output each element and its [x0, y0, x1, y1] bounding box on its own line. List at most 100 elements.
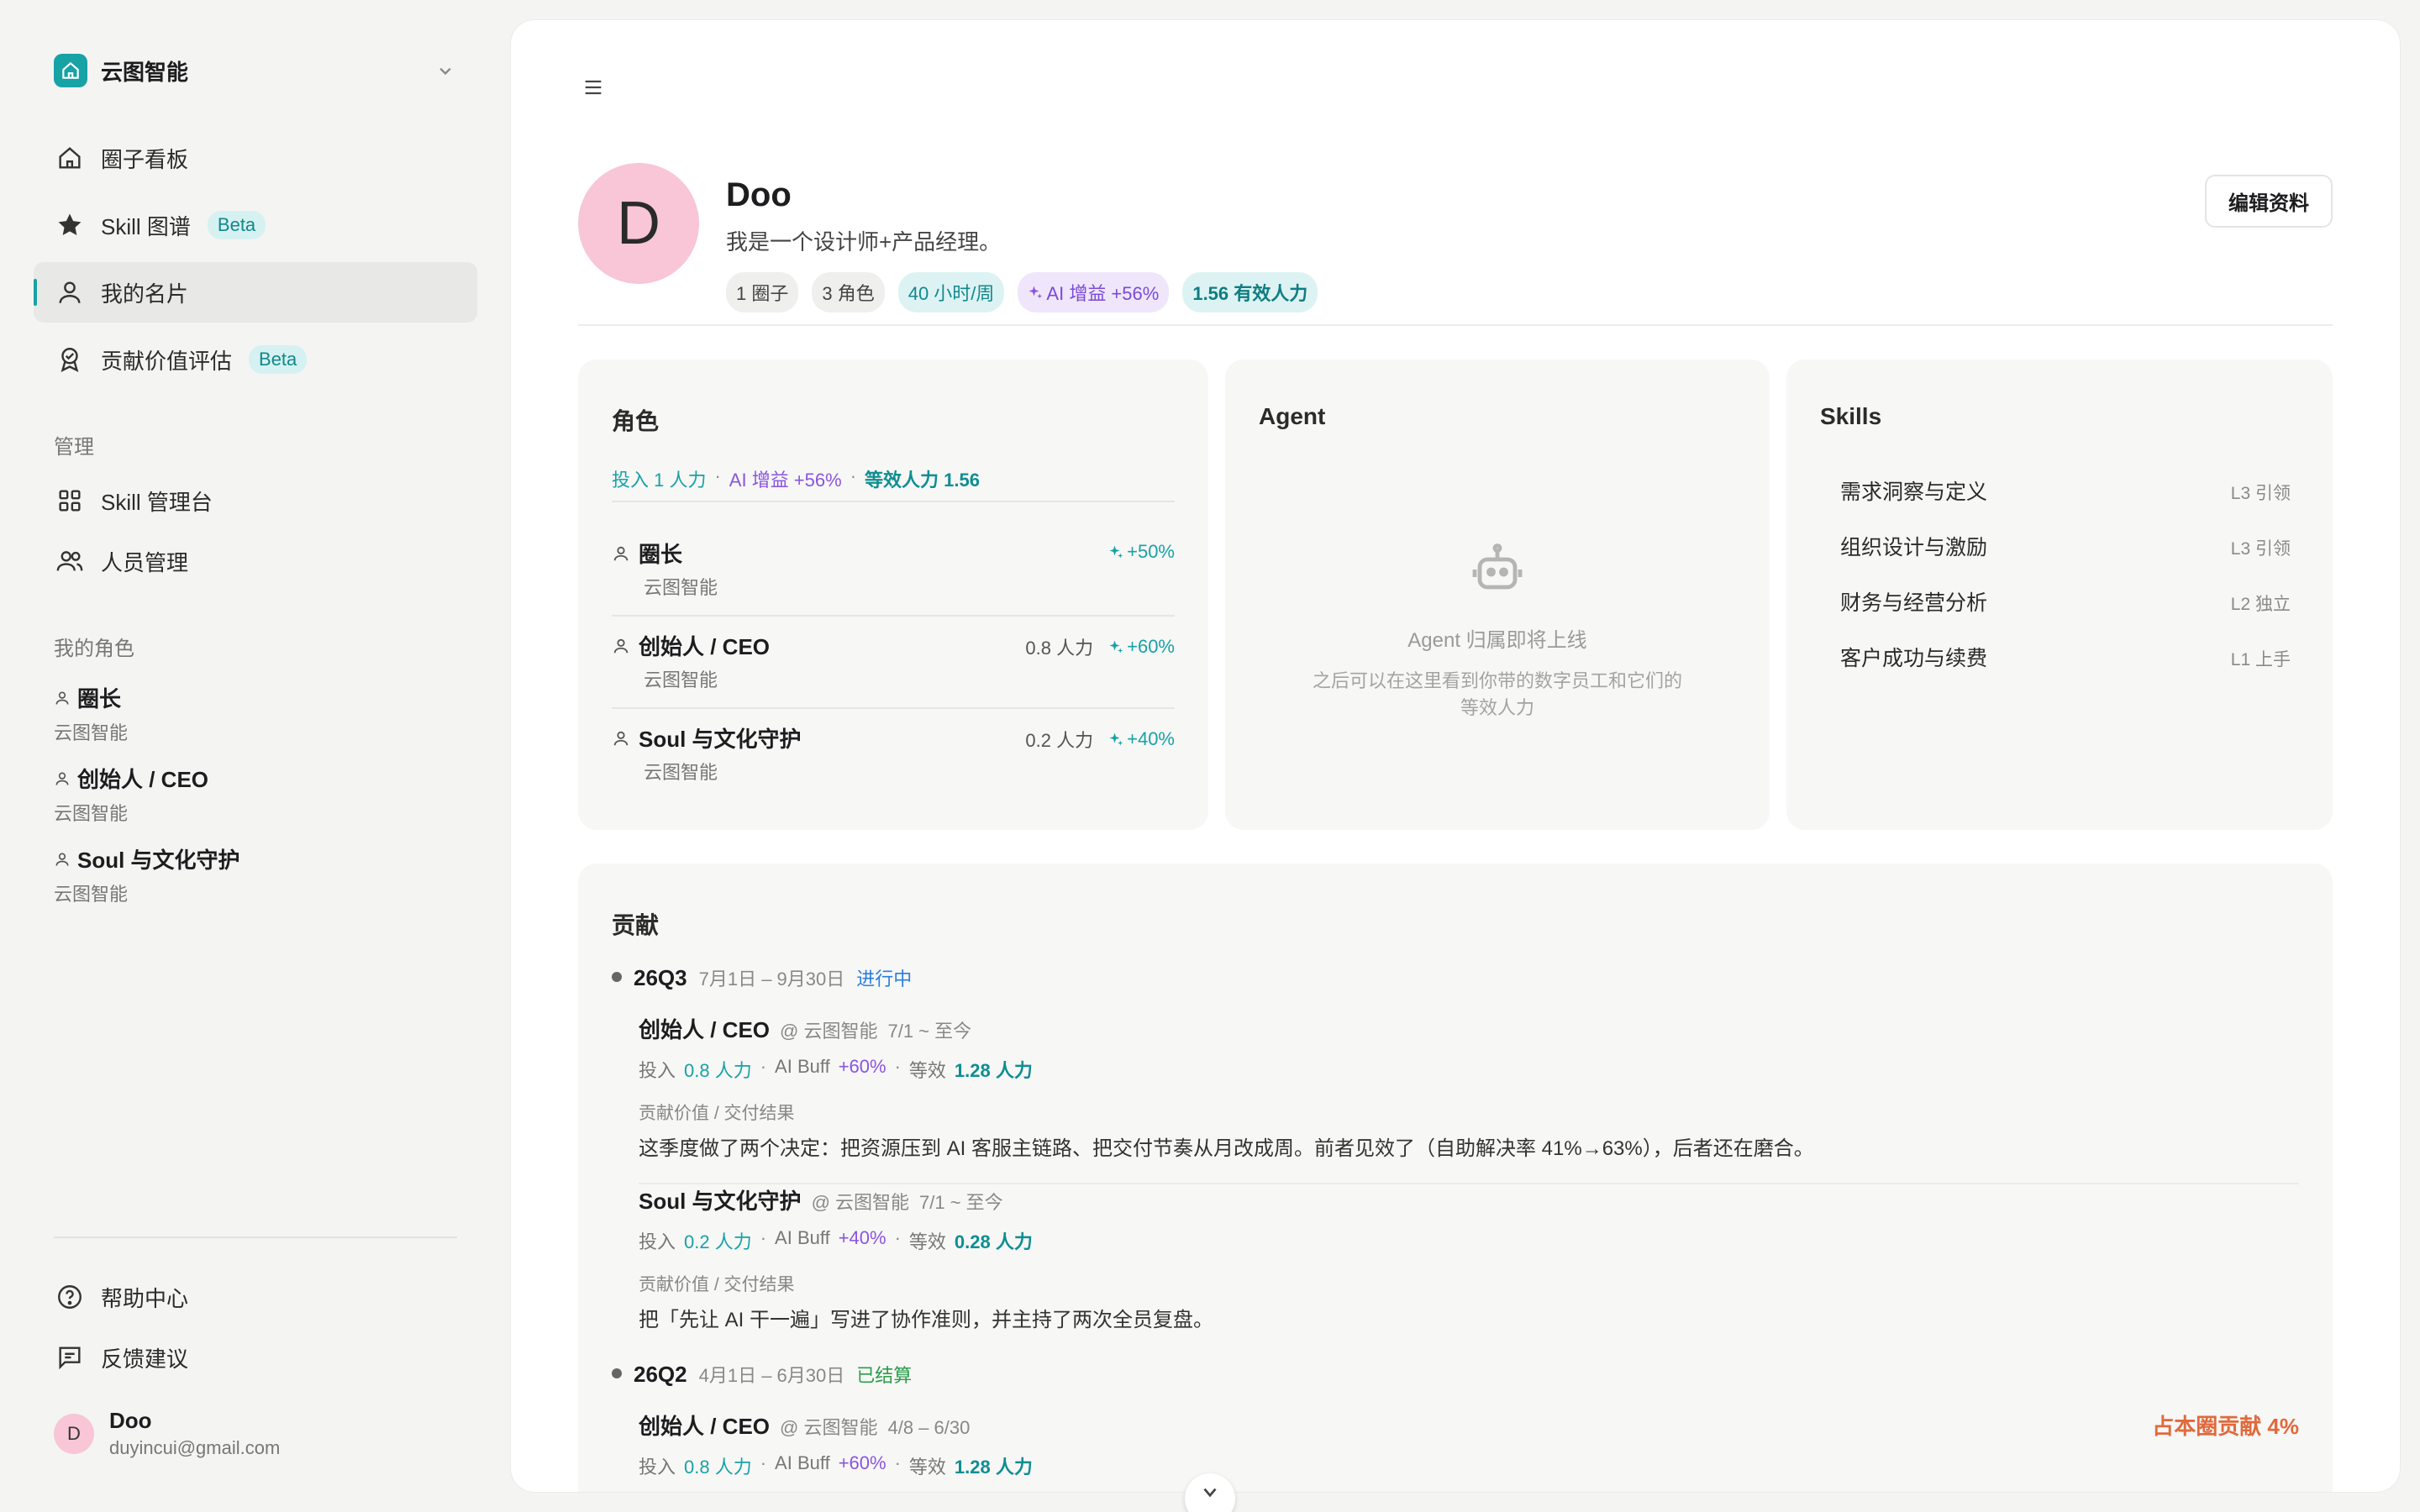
edit-profile-button[interactable]: 编辑资料 [2205, 175, 2333, 228]
role-row-buff-value: +50% [1127, 541, 1175, 562]
user-icon [613, 546, 629, 560]
contribution-entry[interactable]: 创始人 / CEO @ 云图智能 7/1 ~ 至今 投入 0.8 人力 · AI… [639, 1013, 2299, 1161]
entry-equiv-label: 等效 [908, 1231, 946, 1252]
entry-input-label: 投入 [639, 1231, 676, 1252]
nav-label: 人员管理 [101, 549, 189, 575]
separator-dot: · [850, 465, 857, 486]
entry-org: @ 云图智能 [780, 1417, 878, 1438]
nav-item-help[interactable]: 帮助中心 [34, 1267, 477, 1327]
sidebar-role-item[interactable]: 创始人 / CEO 云图智能 [54, 763, 208, 826]
quarter-name: 26Q3 [634, 965, 687, 990]
entry-equiv: 1.28 人力 [954, 1060, 1033, 1081]
skill-level: L3 引领 [2230, 539, 2291, 559]
menu-icon[interactable] [581, 76, 605, 99]
skill-item[interactable]: 客户成功与续费 L1 上手 [1820, 642, 2291, 672]
message-icon [59, 1347, 81, 1370]
skill-item[interactable]: 组织设计与激励 L3 引领 [1820, 531, 2291, 561]
entry-equiv-label: 等效 [908, 1060, 946, 1081]
quarter-status: 进行中 [856, 969, 913, 990]
entry-period: 4/8 – 6/30 [887, 1417, 971, 1438]
chip-effective-fte: 1.56 有效人力 [1182, 272, 1318, 312]
entry-period: 7/1 ~ 至今 [919, 1192, 1003, 1213]
contribution-entry[interactable]: 创始人 / CEO @ 云图智能 4/8 – 6/30 占本圈贡献 4% 投入 … [639, 1410, 2299, 1479]
entry-org: @ 云图智能 [780, 1021, 878, 1042]
user-icon [613, 638, 629, 653]
grid-icon [59, 490, 81, 512]
entry-buff: +40% [838, 1227, 886, 1248]
chevron-down-icon [1203, 1488, 1217, 1498]
main-panel: D Doo 我是一个设计师+产品经理。 1 圈子 3 角色 40 小时/周 AI… [511, 20, 2400, 1492]
beta-badge: Beta [249, 345, 308, 374]
nav-label: Skill 管理台 [101, 489, 213, 515]
user-card[interactable]: D Doo duyincui@gmail.com [54, 1408, 280, 1459]
entry-buff-label: AI Buff [775, 1452, 830, 1473]
award-icon [60, 348, 79, 373]
sidebar-role-item[interactable]: 圈长 云图智能 [54, 682, 128, 745]
nav-item-my-card[interactable]: 我的名片 [34, 262, 477, 323]
sidebar-divider [54, 1236, 457, 1238]
quarter-range: 4月1日 – 6月30日 [698, 1365, 845, 1386]
nav-item-skill-graph[interactable]: Skill 图谱 Beta [34, 195, 477, 255]
org-switcher[interactable]: 云图智能 [54, 52, 457, 89]
entry-buff: +60% [838, 1452, 886, 1473]
skill-item[interactable]: 需求洞察与定义 L3 引领 [1820, 475, 2291, 506]
skill-level: L3 引领 [2230, 484, 2291, 503]
nav-item-feedback[interactable]: 反馈建议 [34, 1327, 477, 1388]
chevron-down-icon[interactable] [434, 59, 457, 82]
skill-name: 客户成功与续费 [1840, 647, 1988, 670]
user-icon [55, 772, 69, 785]
entry-value-label: 贡献价值 / 交付结果 [639, 1275, 795, 1294]
nav-label: 反馈建议 [101, 1346, 189, 1372]
nav-label: 帮助中心 [101, 1285, 189, 1311]
separator-dot: · [760, 1056, 767, 1077]
entry-buff-label: AI Buff [775, 1227, 830, 1248]
nav-item-people[interactable]: 人员管理 [34, 531, 477, 591]
contribution-entry[interactable]: Soul 与文化守护 @ 云图智能 7/1 ~ 至今 投入 0.2 人力 · A… [639, 1184, 2299, 1332]
header-divider [578, 324, 2333, 326]
role-row-name: 圈长 [639, 542, 683, 567]
quarter-header: 26Q3 7月1日 – 9月30日 进行中 [612, 964, 912, 991]
quarter-header: 26Q2 4月1日 – 6月30日 已结算 [612, 1361, 912, 1388]
skill-item[interactable]: 财务与经营分析 L2 独立 [1820, 586, 2291, 617]
skills-card-title: Skills [1820, 403, 1882, 429]
nav-item-dashboard[interactable]: 圈子看板 [34, 128, 477, 188]
agent-empty-subtitle: 之后可以在这里看到你带的数字员工和它们的等效人力 [1313, 670, 1683, 718]
role-row-org: 云图智能 [644, 669, 718, 690]
quarter-range: 7月1日 – 9月30日 [698, 969, 845, 990]
beta-badge: Beta [207, 211, 266, 239]
skill-level: L1 上手 [2230, 650, 2291, 669]
role-row[interactable]: 圈长 云图智能 +50% [612, 538, 1175, 605]
role-row-buff-value: +40% [1127, 728, 1175, 749]
entry-input: 0.2 人力 [684, 1231, 752, 1252]
role-row-name: Soul 与文化守护 [639, 727, 802, 752]
user-icon [59, 281, 81, 303]
skill-name: 财务与经营分析 [1840, 591, 1988, 615]
role-row-buff-value: +60% [1127, 636, 1175, 657]
user-name: Doo [109, 1408, 152, 1433]
agent-empty-state: Agent 归属即将上线 之后可以在这里看到你带的数字员工和它们的等效人力 [1225, 623, 1770, 722]
role-row[interactable]: Soul 与文化守护 云图智能 0.2 人力 +40% [612, 722, 1175, 790]
timeline-dot [612, 1368, 622, 1378]
entry-equiv-label: 等效 [908, 1457, 946, 1478]
quarter-name: 26Q2 [634, 1362, 687, 1387]
role-row-buff: +60% [1108, 636, 1175, 658]
nav-item-contribution-eval[interactable]: 贡献价值评估 Beta [34, 329, 477, 390]
nav-label: 贡献价值评估 [101, 348, 233, 374]
role-row-name: 创始人 / CEO [639, 634, 771, 659]
skills-card: Skills 需求洞察与定义 L3 引领 组织设计与激励 L3 引领 财务与经营… [1786, 360, 2333, 830]
home-logo-icon [54, 54, 87, 87]
profile-bio: 我是一个设计师+产品经理。 [726, 229, 1002, 255]
entry-text: 把「先让 AI 干一遍」写进了协作准则，并主持了两次全员复盘。 [639, 1309, 1214, 1331]
chip-circles: 1 圈子 [726, 272, 799, 312]
role-row[interactable]: 创始人 / CEO 云图智能 0.8 人力 +60% [612, 630, 1175, 697]
avatar: D [54, 1413, 94, 1454]
entry-buff-label: AI Buff [775, 1056, 830, 1077]
profile-name: Doo [726, 176, 792, 213]
sidebar-role-item[interactable]: Soul 与文化守护 云图智能 [54, 843, 240, 906]
role-org: 云图智能 [54, 722, 129, 743]
separator-dot: · [714, 465, 721, 486]
help-circle-icon [58, 1285, 82, 1309]
entry-input: 0.8 人力 [684, 1060, 752, 1081]
nav-item-skill-admin[interactable]: Skill 管理台 [34, 470, 477, 531]
users-icon [56, 551, 83, 571]
